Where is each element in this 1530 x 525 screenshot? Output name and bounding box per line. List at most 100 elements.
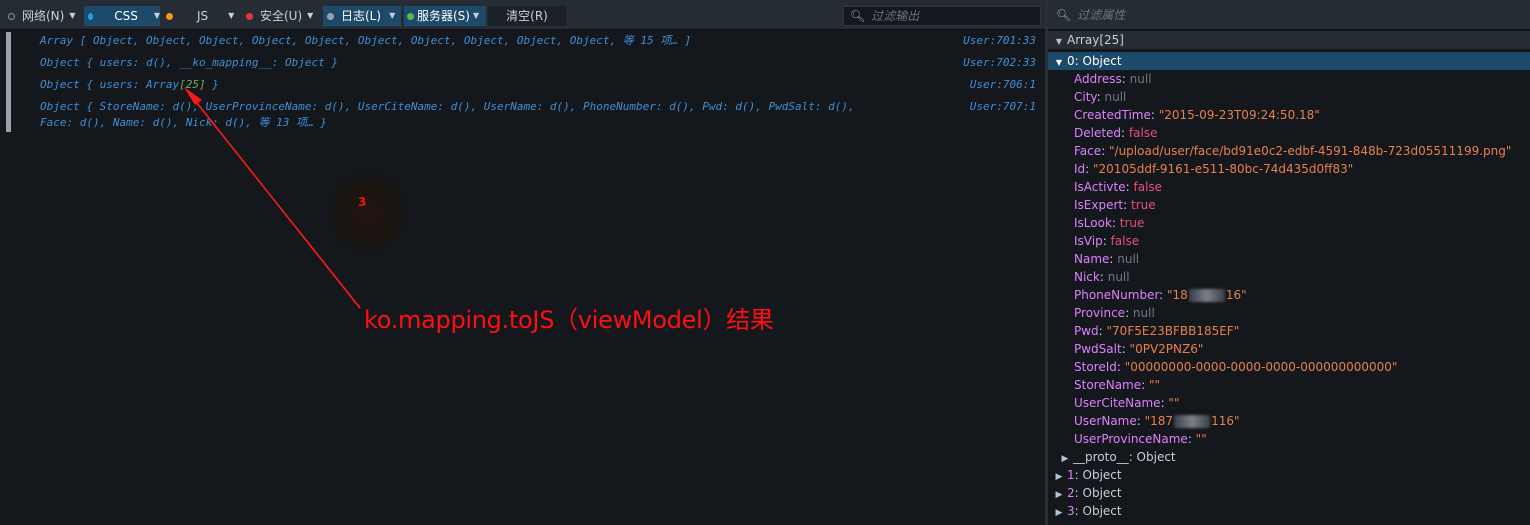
property-row[interactable]: City: null	[1074, 88, 1126, 106]
log-source-link[interactable]: User:701:33	[963, 33, 1036, 49]
log-line-continuation[interactable]: Face: d(), Name: d(), Nick: d(), 等 13 项……	[40, 115, 940, 131]
property-key: IsVip	[1074, 234, 1103, 248]
property-row[interactable]: Name: null	[1074, 250, 1139, 268]
property-value: Object	[1136, 450, 1176, 464]
property-value: null	[1117, 252, 1140, 266]
property-row[interactable]: Face: "/upload/user/face/bd91e0c2-edbf-4…	[1074, 142, 1511, 160]
search-icon: 🔍︎	[850, 9, 866, 23]
triangle-down-icon[interactable]: ▼	[1054, 33, 1064, 51]
tree-row-object-3[interactable]: ▶ 3: Object	[1054, 502, 1122, 520]
annotation-text: ko.mapping.toJS（viewModel）结果	[364, 306, 774, 334]
log-line[interactable]: Object { users: Array[25] }	[40, 77, 940, 93]
property-key: UserProvinceName	[1074, 432, 1188, 446]
annotation-marker	[326, 172, 410, 252]
filter-properties-field[interactable]: 🔍︎	[1048, 0, 1530, 30]
tab-network[interactable]: 网络(N) ▼	[8, 6, 76, 26]
chevron-down-icon[interactable]: ▼	[389, 6, 395, 26]
property-value: true	[1130, 198, 1156, 212]
property-key: City	[1074, 90, 1097, 104]
js-dot-icon	[166, 12, 173, 20]
tab-js[interactable]: JS ▼	[166, 6, 234, 26]
property-row[interactable]: Address: null	[1074, 70, 1152, 88]
property-row[interactable]: Nick: null	[1074, 268, 1130, 286]
chevron-down-icon[interactable]: ▼	[69, 6, 75, 26]
triangle-right-icon[interactable]: ▶	[1054, 504, 1064, 522]
property-row[interactable]: PwdSalt: "0PV2PNZ6"	[1074, 340, 1203, 358]
property-key: 3	[1067, 504, 1075, 518]
property-row[interactable]: StoreId: "00000000-0000-0000-0000-000000…	[1074, 358, 1397, 376]
property-key: __proto__	[1073, 450, 1129, 464]
property-value: false	[1133, 180, 1163, 194]
network-dot-icon	[8, 12, 15, 20]
property-key: Pwd	[1074, 324, 1099, 338]
filter-properties-input[interactable]	[1077, 7, 1378, 22]
property-row[interactable]: Id: "20105ddf-9161-e511-80bc-74d435d0ff8…	[1074, 160, 1353, 178]
property-value: true	[1119, 216, 1145, 230]
property-value: ""	[1195, 432, 1207, 446]
log-source-link[interactable]: User:707:1	[970, 99, 1036, 115]
property-row[interactable]: PhoneNumber: "18 16"	[1074, 286, 1247, 304]
log-group-bar	[6, 32, 11, 132]
property-row[interactable]: UserCiteName: ""	[1074, 394, 1179, 412]
log-line[interactable]: Array [ Object, Object, Object, Object, …	[40, 33, 940, 49]
tab-server[interactable]: 服务器(S) ▼	[404, 6, 486, 26]
log-line[interactable]: Object { users: d(), __ko_mapping__: Obj…	[40, 55, 940, 71]
tab-log[interactable]: 日志(L) ▼	[323, 6, 401, 26]
property-row[interactable]: IsVip: false	[1074, 232, 1139, 250]
property-value: "20105ddf-9161-e511-80bc-74d435d0ff83"	[1093, 162, 1354, 176]
property-row[interactable]: IsExpert: true	[1074, 196, 1156, 214]
property-row[interactable]: UserName: "187 116"	[1074, 412, 1240, 430]
property-value: 16"	[1225, 288, 1247, 302]
property-row[interactable]: UserProvinceName: ""	[1074, 430, 1207, 448]
chevron-down-icon[interactable]: ▼	[473, 6, 479, 26]
property-key: Address	[1074, 72, 1122, 86]
property-value: "00000000-0000-0000-0000-000000000000"	[1124, 360, 1398, 374]
property-row[interactable]: IsLook: true	[1074, 214, 1144, 232]
tab-css[interactable]: CSS ▼	[84, 6, 160, 26]
triangle-down-icon[interactable]: ▼	[1054, 54, 1064, 72]
property-value: Object	[1082, 486, 1122, 500]
chevron-down-icon[interactable]: ▼	[228, 6, 234, 26]
property-value: 116"	[1211, 414, 1240, 428]
property-value: "70F5E23BFBB185EF"	[1106, 324, 1240, 338]
security-dot-icon	[246, 12, 253, 20]
property-row[interactable]: CreatedTime: "2015-09-23T09:24:50.18"	[1074, 106, 1320, 124]
log-line[interactable]: Object { StoreName: d(), UserProvinceNam…	[40, 99, 940, 115]
property-value: ""	[1168, 396, 1180, 410]
property-key: IsExpert	[1074, 198, 1124, 212]
property-value: Object	[1082, 504, 1122, 518]
log-dot-icon	[327, 12, 334, 20]
log-source-link[interactable]: User:706:1	[970, 77, 1036, 93]
property-value: false	[1128, 126, 1158, 140]
property-row[interactable]: Province: null	[1074, 304, 1155, 322]
property-value: null	[1107, 270, 1130, 284]
property-key: IsLook	[1074, 216, 1112, 230]
property-row[interactable]: Deleted: false	[1074, 124, 1157, 142]
clear-button[interactable]: 清空(R)	[488, 6, 566, 26]
property-key: 1	[1067, 468, 1075, 482]
property-key: Name	[1074, 252, 1110, 266]
filter-output-field[interactable]: 🔍︎	[843, 6, 1041, 26]
search-icon: 🔍︎	[1056, 7, 1072, 22]
property-row[interactable]: Pwd: "70F5E23BFBB185EF"	[1074, 322, 1239, 340]
chevron-down-icon[interactable]: ▼	[154, 6, 160, 26]
filter-output-input[interactable]	[871, 9, 1032, 23]
property-key: PwdSalt	[1074, 342, 1122, 356]
log-source-link[interactable]: User:702:33	[963, 55, 1036, 71]
proto-row[interactable]: ▶ __proto__: Object	[1060, 448, 1176, 466]
property-key: Face	[1074, 144, 1102, 158]
property-value: "18	[1167, 288, 1188, 302]
property-row[interactable]: IsActivte: false	[1074, 178, 1162, 196]
tree-row-object-2[interactable]: ▶ 2: Object	[1054, 484, 1122, 502]
property-value: null	[1132, 306, 1155, 320]
console-panel: 网络(N) ▼ CSS ▼ JS ▼ 安全(U) ▼ 日志(L) ▼ 服务器(S…	[0, 0, 1045, 525]
chevron-down-icon[interactable]: ▼	[307, 6, 313, 26]
tree-selected-row[interactable]: ▼ 0: Object	[1048, 52, 1530, 70]
console-toolbar: 网络(N) ▼ CSS ▼ JS ▼ 安全(U) ▼ 日志(L) ▼ 服务器(S…	[0, 0, 1045, 30]
property-key: 2	[1067, 486, 1075, 500]
property-row[interactable]: StoreName: ""	[1074, 376, 1160, 394]
tab-security[interactable]: 安全(U) ▼	[246, 6, 313, 26]
tree-root-row[interactable]: ▼ Array[25]	[1048, 31, 1530, 49]
tree-row-object-1[interactable]: ▶ 1: Object	[1054, 466, 1122, 484]
property-key: IsActivte	[1074, 180, 1126, 194]
